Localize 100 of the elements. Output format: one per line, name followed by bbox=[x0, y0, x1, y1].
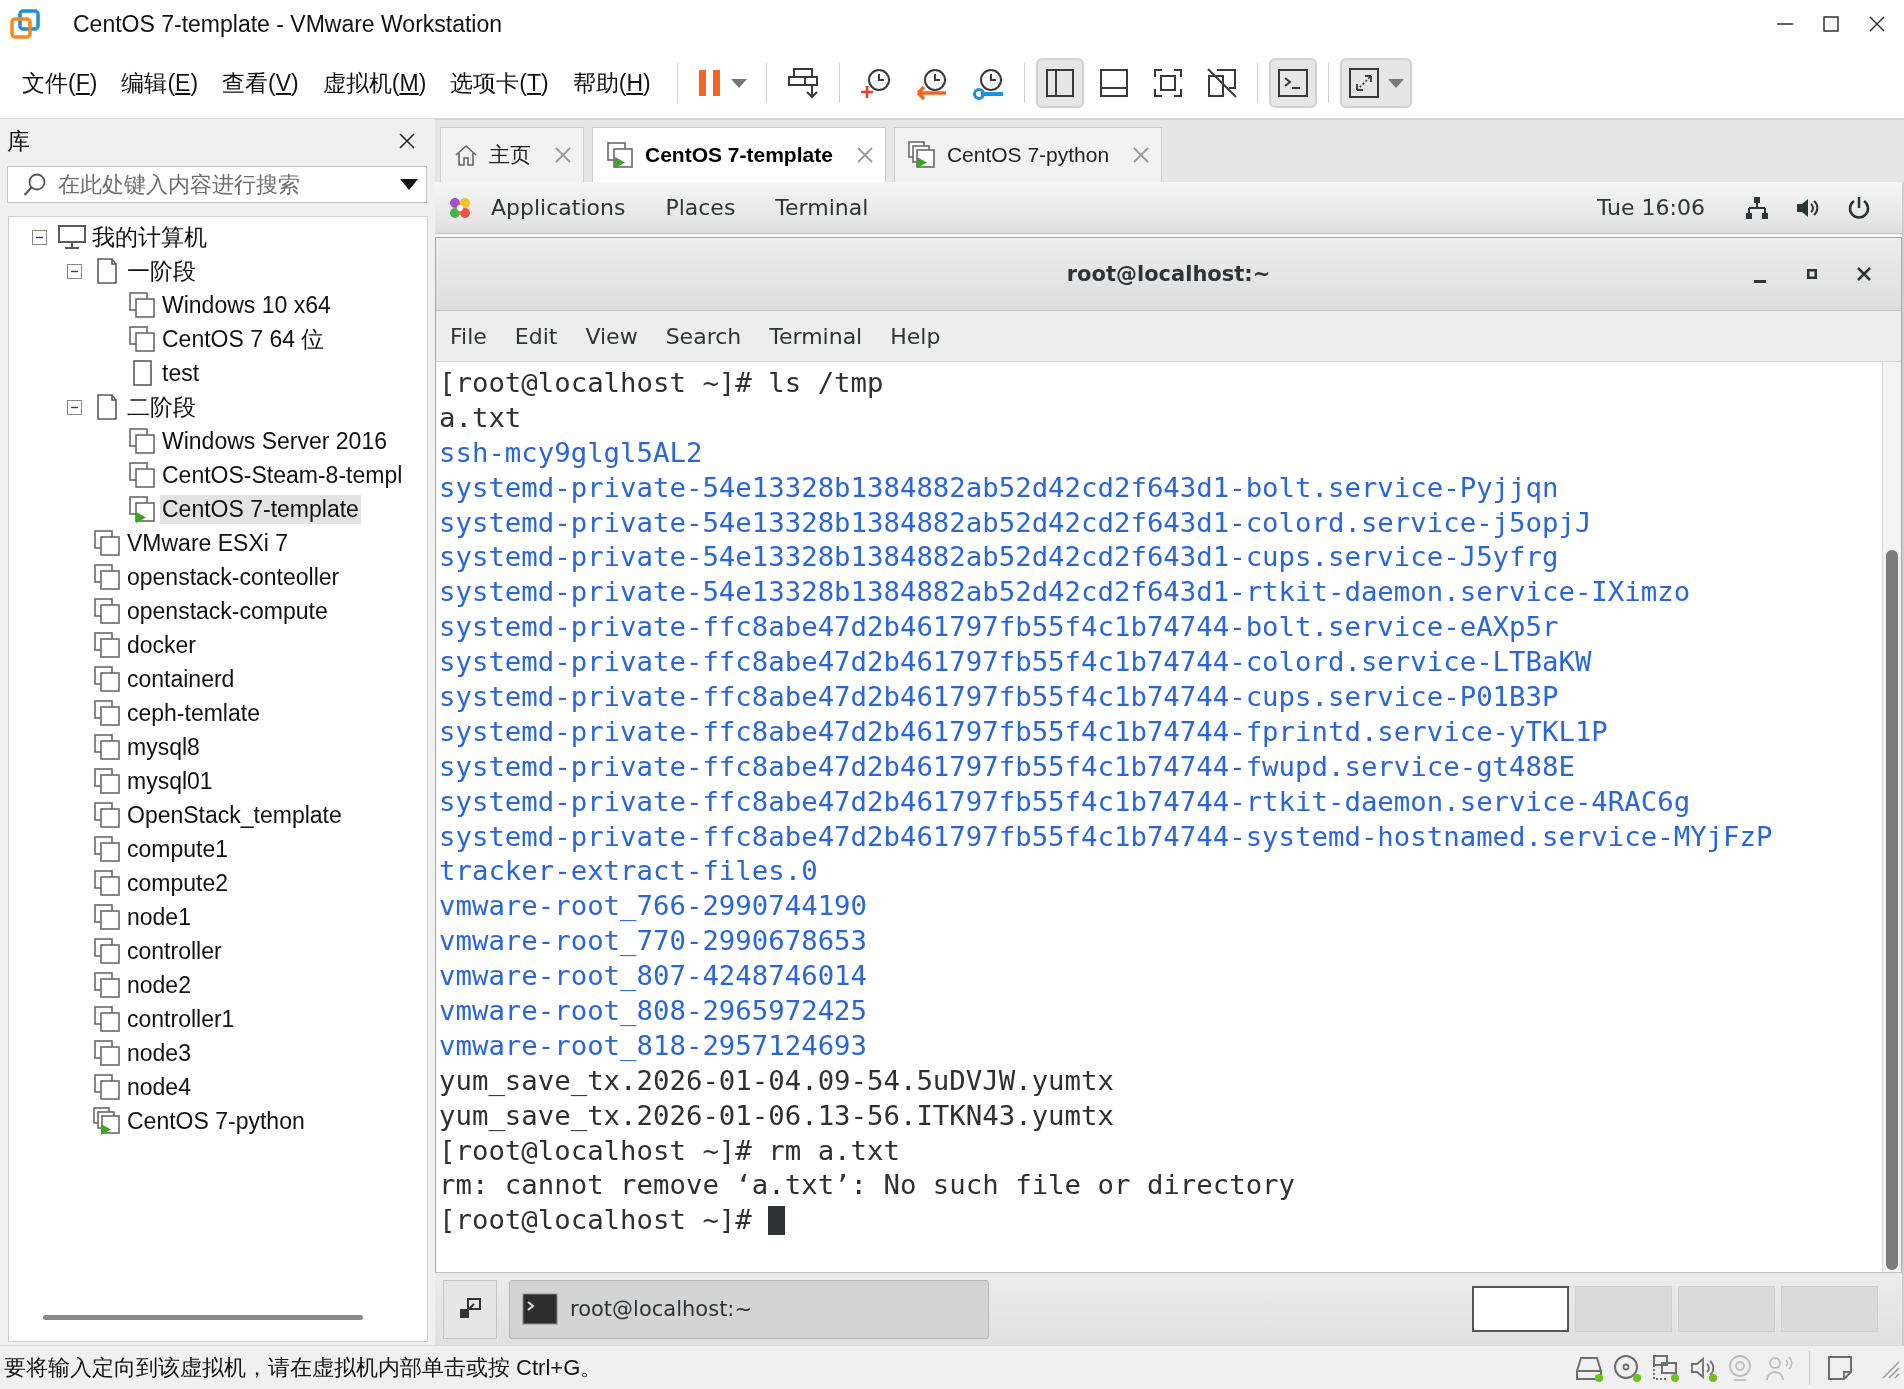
menu-item[interactable]: Edit bbox=[506, 321, 566, 351]
minus-box-icon[interactable] bbox=[32, 229, 47, 245]
network-icon[interactable] bbox=[1744, 194, 1770, 221]
menu-item[interactable]: View bbox=[577, 321, 646, 351]
terminal-line: [root@localhost ~]# ls /tmp bbox=[439, 366, 884, 400]
terminal-line: systemd-private-54e13328b1384882ab52d42cd2f643d1-cups.service-J5yfrg bbox=[439, 540, 1559, 575]
minimize-icon bbox=[1777, 23, 1793, 25]
tree-item[interactable]: node4 bbox=[125, 1072, 193, 1102]
terminal-line: vmware-root_770-2990678653 bbox=[439, 924, 868, 959]
menu-item[interactable]: 文件(F) bbox=[16, 63, 104, 103]
top-bar-menu[interactable]: Applications bbox=[491, 191, 626, 224]
clock-arrow-icon bbox=[914, 66, 949, 100]
terminal-line: systemd-private-54e13328b1384882ab52d42cd2f643d1-rtkit-daemon.service-IXimzo bbox=[439, 575, 1691, 610]
tree-item[interactable]: containerd bbox=[125, 664, 237, 694]
tree-item[interactable]: openstack-conteoller bbox=[125, 562, 342, 592]
library-view-button[interactable] bbox=[1035, 58, 1084, 108]
maximize-icon bbox=[1823, 16, 1839, 32]
status-message: 要将输入定向到该虚拟机，请在虚拟机内部单击或按 Ctrl+G。 bbox=[4, 1353, 603, 1382]
terminal-line: systemd-private-ffc8abe47d2b461797fb55f4c1b74744-fwupd.service-gt488E bbox=[439, 749, 1575, 784]
keys-arrow-icon bbox=[785, 66, 820, 100]
panel-title: 库 bbox=[7, 126, 30, 156]
terminal-line: vmware-root_808-2965972425 bbox=[439, 994, 868, 1029]
tree-item[interactable]: CentOS 7-template bbox=[160, 494, 361, 524]
stretch-button[interactable] bbox=[1339, 58, 1412, 108]
search-icon bbox=[22, 171, 48, 198]
pause-icon bbox=[696, 67, 723, 99]
menu-item[interactable]: 帮助(H) bbox=[566, 63, 657, 103]
workspace-switcher[interactable] bbox=[1472, 1286, 1569, 1332]
menu-item[interactable]: 查看(V) bbox=[216, 63, 305, 103]
tree-item[interactable]: mysql01 bbox=[125, 766, 215, 796]
horizontal-scrollbar[interactable] bbox=[43, 1314, 363, 1320]
tree-item[interactable]: 一阶段 bbox=[125, 254, 198, 288]
terminal-line: systemd-private-54e13328b1384882ab52d42cd2f643d1-bolt.service-Pyjjqn bbox=[439, 470, 1559, 505]
tree-item[interactable]: CentOS 7-python bbox=[125, 1106, 307, 1136]
search-field[interactable]: 在此处键入内容进行搜索 bbox=[7, 166, 427, 203]
top-bar-menu[interactable]: Places bbox=[665, 191, 736, 224]
tree-item[interactable]: 我的计算机 bbox=[90, 220, 209, 254]
minimize-icon bbox=[1754, 279, 1766, 283]
tree-item[interactable]: test bbox=[160, 358, 202, 388]
tree-item[interactable]: controller1 bbox=[125, 1004, 237, 1034]
minus-box-icon[interactable] bbox=[67, 399, 82, 415]
tree-item[interactable]: Windows Server 2016 bbox=[160, 426, 389, 456]
close-icon bbox=[1857, 267, 1871, 281]
crossed-window-icon bbox=[1205, 67, 1238, 99]
terminal-line: rm: cannot remove ‘a.txt’: No such file or directory bbox=[439, 1168, 1296, 1203]
window-title: CentOS 7-template - VMware Workstation bbox=[73, 10, 503, 38]
terminal-title: root@localhost:~ bbox=[1066, 262, 1271, 286]
tab[interactable]: 主页 bbox=[440, 127, 584, 182]
tree-item[interactable]: compute2 bbox=[125, 868, 230, 898]
left-pane-layout-icon bbox=[1043, 67, 1076, 99]
close-icon[interactable] bbox=[856, 147, 873, 163]
tree-item[interactable]: CentOS 7 64 位 bbox=[160, 322, 327, 356]
menu-item[interactable]: File bbox=[442, 321, 495, 351]
power-icon[interactable] bbox=[1846, 194, 1872, 221]
tree-item[interactable]: OpenStack_template bbox=[125, 800, 344, 830]
close-icon bbox=[399, 133, 415, 149]
taskbar-window-button[interactable]: root@localhost:~ bbox=[509, 1279, 989, 1339]
console-view-button[interactable] bbox=[1268, 58, 1317, 108]
dropdown-caret-icon[interactable] bbox=[400, 179, 418, 190]
tree-item[interactable]: mysql8 bbox=[125, 732, 202, 762]
menu-item[interactable]: Terminal bbox=[761, 321, 871, 351]
terminal-line: systemd-private-ffc8abe47d2b461797fb55f4c1b74744-fprintd.service-yTKL1P bbox=[439, 714, 1608, 749]
tree-item[interactable]: Windows 10 x64 bbox=[160, 290, 333, 320]
tab[interactable]: CentOS 7-template bbox=[592, 127, 886, 182]
clock[interactable]: Tue 16:06 bbox=[1597, 195, 1705, 220]
tree-item[interactable]: node2 bbox=[125, 970, 193, 1000]
tree-item[interactable]: node3 bbox=[125, 1038, 193, 1068]
tree-item[interactable]: openstack-compute bbox=[125, 596, 330, 626]
terminal-line: systemd-private-ffc8abe47d2b461797fb55f4c1b74744-colord.service-LTBaKW bbox=[439, 645, 1592, 680]
tree-item[interactable]: VMware ESXi 7 bbox=[125, 528, 291, 558]
terminal-line: yum_save_tx.2026-01-06.13-56.ITKN43.yumtx bbox=[439, 1098, 1114, 1133]
minus-box-icon[interactable] bbox=[67, 263, 82, 279]
menu-item[interactable]: 选项卡(T) bbox=[444, 63, 555, 103]
note-icon[interactable] bbox=[1826, 1353, 1854, 1382]
terminal-icon bbox=[522, 1293, 558, 1325]
caret-icon bbox=[1387, 78, 1404, 88]
caret-icon bbox=[730, 78, 747, 88]
tree-item[interactable]: ceph-temlate bbox=[125, 698, 262, 728]
tab[interactable]: CentOS 7-python bbox=[893, 127, 1163, 182]
terminal-line: systemd-private-ffc8abe47d2b461797fb55f4c1b74744-rtkit-daemon.service-4RAC6g bbox=[439, 784, 1691, 819]
menu-item[interactable]: Help bbox=[882, 321, 949, 351]
tree-item[interactable]: controller bbox=[125, 936, 224, 966]
top-bar-menu[interactable]: Terminal bbox=[775, 191, 869, 224]
monitor-icon bbox=[57, 223, 87, 251]
menu-item[interactable]: Search bbox=[657, 321, 750, 351]
tree-item[interactable]: node1 bbox=[125, 902, 193, 932]
tree-item[interactable]: CentOS-Steam-8-templ bbox=[160, 460, 405, 490]
terminal-line: vmware-root_807-4248746014 bbox=[439, 959, 868, 994]
tree-item[interactable]: compute1 bbox=[125, 834, 230, 864]
scrollbar-thumb[interactable] bbox=[1886, 550, 1898, 1270]
show-desktop-button[interactable] bbox=[443, 1279, 497, 1339]
menu-item[interactable]: 虚拟机(M) bbox=[316, 63, 433, 103]
terminal-line: tracker-extract-files.0 bbox=[439, 854, 818, 889]
disc-icon[interactable] bbox=[1613, 1353, 1641, 1382]
terminal-line: systemd-private-ffc8abe47d2b461797fb55f4c1b74744-systemd-hostnamed.service-MYjFzP bbox=[439, 819, 1773, 854]
tree-item[interactable]: 二阶段 bbox=[125, 390, 198, 424]
network-adapter-icon[interactable] bbox=[1651, 1353, 1679, 1382]
menu-item[interactable]: 编辑(E) bbox=[115, 63, 205, 103]
tree-item[interactable]: docker bbox=[125, 630, 199, 660]
terminal-line: [root@localhost ~]# bbox=[439, 1203, 752, 1238]
